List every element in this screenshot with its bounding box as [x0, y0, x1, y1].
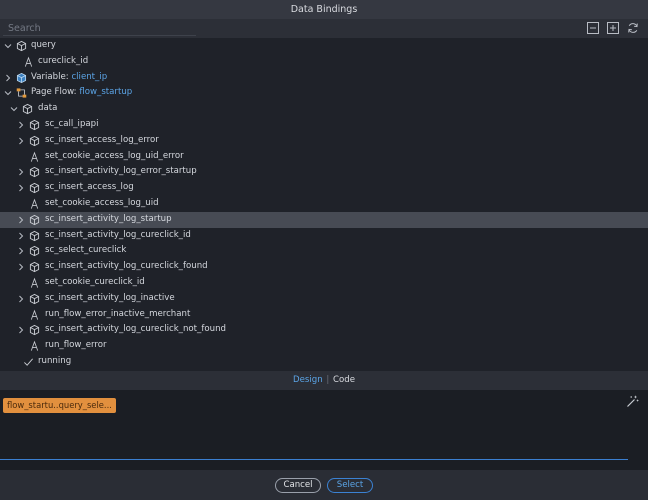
tree-node-running[interactable]: running	[0, 354, 648, 370]
tree-node-label: cureclick_id	[38, 55, 89, 66]
object-icon	[22, 103, 33, 115]
text-icon	[29, 309, 40, 321]
tree-node-page-flow[interactable]: Page Flow: flow_startup	[0, 85, 648, 101]
tree-node-label: sc_insert_activity_log_cureclick_not_fou…	[45, 324, 226, 335]
page-flow-name: flow_startup	[79, 87, 133, 98]
tree-node-label: sc_insert_activity_log_cureclick_found	[45, 261, 208, 272]
expression-editor[interactable]: flow_startu..query_sele...	[0, 390, 648, 470]
editor-focus-underline	[0, 459, 628, 460]
object-icon	[29, 230, 40, 242]
tree-node-label: sc_insert_activity_log_startup	[45, 213, 172, 224]
chevron-right-icon[interactable]	[4, 74, 12, 82]
tree-node-set-cookie-access-log-uid[interactable]: set_cookie_access_log_uid	[0, 196, 648, 212]
tree-node-sc-insert-activity-log-cureclick-found[interactable]: sc_insert_activity_log_cureclick_found	[0, 259, 648, 275]
text-icon	[29, 277, 40, 289]
tree-node-label: data	[38, 103, 58, 114]
collapse-all-icon[interactable]	[587, 22, 599, 34]
tree-node-sc-insert-activity-log-cureclick-not-found[interactable]: sc_insert_activity_log_cureclick_not_fou…	[0, 322, 648, 338]
chevron-down-icon[interactable]	[10, 105, 18, 113]
object-icon	[29, 214, 40, 226]
tree-node-sc-insert-access-log-error[interactable]: sc_insert_access_log_error	[0, 133, 648, 149]
tree-node-sc-call-ipapi[interactable]: sc_call_ipapi	[0, 117, 648, 133]
text-icon	[29, 151, 40, 163]
tree-node-sc-select-cureclick[interactable]: sc_select_cureclick	[0, 243, 648, 259]
tree-node-label: Page Flow: flow_startup	[31, 87, 133, 98]
tab-separator: |	[323, 375, 332, 385]
chevron-right-icon[interactable]	[17, 137, 25, 145]
tree-node-label: sc_select_cureclick	[45, 245, 127, 256]
tree-node-set-cookie-access-log-uid-error[interactable]: set_cookie_access_log_uid_error	[0, 149, 648, 165]
tab-design[interactable]: Design	[293, 375, 323, 385]
tree-node-label: sc_call_ipapi	[45, 119, 99, 129]
tree-node-label: sc_insert_activity_log_error_startup	[45, 166, 197, 177]
dialog-footer: Cancel Select	[0, 470, 648, 500]
select-button[interactable]: Select	[327, 478, 373, 493]
tab-code[interactable]: Code	[333, 375, 355, 385]
tree-node-label: Variable: client_ip	[31, 71, 108, 82]
tree-node-query[interactable]: query	[0, 38, 648, 54]
cancel-button[interactable]: Cancel	[275, 478, 321, 493]
tree-node-label: set_cookie_access_log_uid_error	[45, 150, 184, 161]
tree-node-label: set_cookie_cureclick_id	[45, 277, 145, 287]
object-icon	[29, 293, 40, 305]
object-icon	[29, 135, 40, 147]
object-icon	[29, 261, 40, 273]
object-icon	[29, 119, 40, 131]
page-flow-icon	[16, 87, 27, 99]
tree-node-label: running	[38, 356, 72, 366]
text-icon	[23, 56, 34, 68]
object-icon	[29, 182, 40, 194]
tree-node-label: sc_insert_activity_log_cureclick_id	[45, 229, 191, 240]
tree-node-label: run_flow_error_inactive_merchant	[45, 308, 191, 319]
tree-node-variable[interactable]: Variable: client_ip	[0, 70, 648, 86]
search-input[interactable]	[3, 21, 196, 36]
data-tree: query cureclick_id Variable: client_ip P…	[0, 38, 648, 371]
tree-node-sc-insert-activity-log-error-startup[interactable]: sc_insert_activity_log_error_startup	[0, 164, 648, 180]
chevron-right-icon[interactable]	[17, 216, 25, 224]
tree-node-label: set_cookie_access_log_uid	[45, 198, 159, 208]
chevron-right-icon[interactable]	[17, 247, 25, 255]
search-toolbar	[0, 19, 648, 38]
chevron-right-icon[interactable]	[17, 295, 25, 303]
magic-wand-icon[interactable]	[626, 395, 639, 408]
text-icon	[29, 340, 40, 352]
tree-node-sc-insert-activity-log-inactive[interactable]: sc_insert_activity_log_inactive	[0, 291, 648, 307]
expand-all-icon[interactable]	[607, 22, 619, 34]
tree-node-label: sc_insert_activity_log_inactive	[45, 292, 175, 303]
chevron-right-icon[interactable]	[17, 263, 25, 271]
text-icon	[29, 198, 40, 210]
object-icon	[29, 245, 40, 257]
chevron-right-icon[interactable]	[17, 121, 25, 129]
tree-node-label: query	[31, 40, 56, 50]
chevron-down-icon[interactable]	[4, 42, 12, 50]
tree-node-sc-insert-activity-log-startup[interactable]: sc_insert_activity_log_startup	[0, 211, 648, 228]
variable-name: client_ip	[71, 71, 108, 82]
expression-token[interactable]: flow_startu..query_sele...	[3, 398, 116, 413]
tree-node-run-flow-error-inactive-merchant[interactable]: run_flow_error_inactive_merchant	[0, 307, 648, 323]
dialog-title: Data Bindings	[0, 0, 648, 19]
object-icon	[29, 324, 40, 336]
tree-node-run-flow-error[interactable]: run_flow_error	[0, 338, 648, 354]
chevron-right-icon[interactable]	[17, 168, 25, 176]
editor-mode-tabs: Design | Code	[0, 371, 648, 390]
tree-node-sc-insert-access-log[interactable]: sc_insert_access_log	[0, 180, 648, 196]
object-icon	[29, 166, 40, 178]
chevron-right-icon[interactable]	[17, 232, 25, 240]
tree-node-cureclick-id[interactable]: cureclick_id	[0, 54, 648, 70]
tree-node-set-cookie-cureclick-id[interactable]: set_cookie_cureclick_id	[0, 275, 648, 291]
tree-node-label: sc_insert_access_log	[45, 182, 134, 193]
tree-node-label: run_flow_error	[45, 340, 107, 351]
chevron-right-icon[interactable]	[17, 326, 25, 334]
chevron-right-icon[interactable]	[17, 184, 25, 192]
object-icon	[16, 40, 27, 52]
chevron-down-icon[interactable]	[4, 89, 12, 97]
tree-node-data[interactable]: data	[0, 101, 648, 117]
refresh-icon[interactable]	[627, 22, 639, 34]
check-icon	[24, 358, 33, 366]
variable-icon	[16, 72, 27, 84]
tree-node-label: sc_insert_access_log_error	[45, 134, 159, 145]
tree-node-sc-insert-activity-log-cureclick-id[interactable]: sc_insert_activity_log_cureclick_id	[0, 228, 648, 244]
